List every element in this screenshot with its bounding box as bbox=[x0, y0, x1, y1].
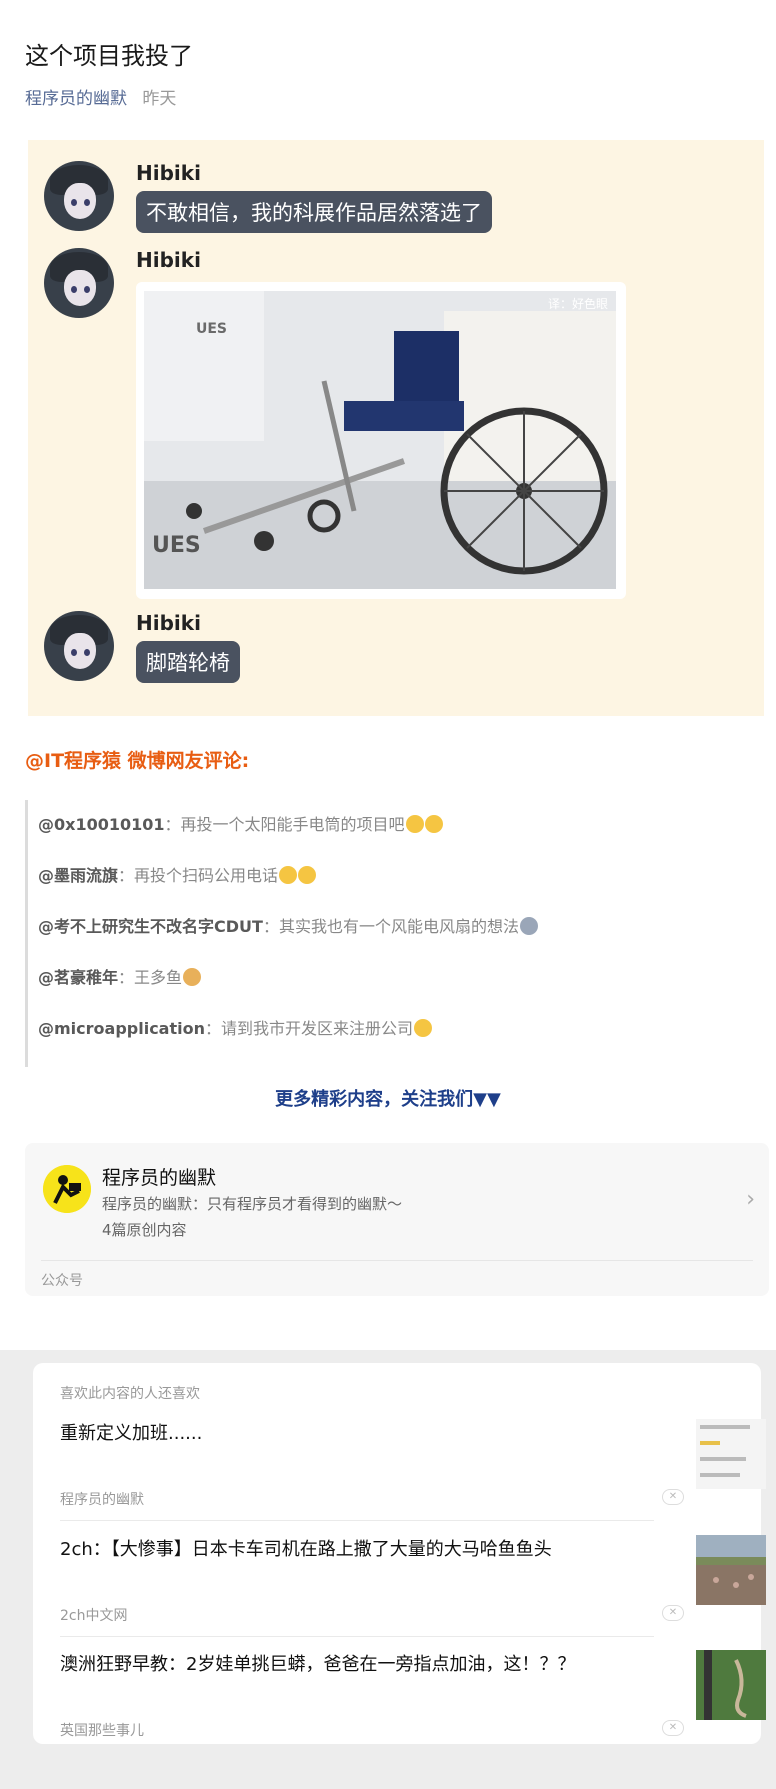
author-link[interactable]: 程序员的幽默 bbox=[25, 89, 127, 109]
comment-text: 其实我也有一个风能电风扇的想法 bbox=[278, 917, 519, 936]
recommend-title[interactable]: 2ch：【大惨事】日本卡车司机在路上撒了大量的大马哈鱼鱼头 bbox=[60, 1535, 552, 1561]
recommend-header: 喜欢此内容的人还喜欢 bbox=[60, 1386, 200, 1402]
divider bbox=[60, 1520, 654, 1521]
message-bubble: 不敢相信，我的科展作品居然落选了 bbox=[136, 191, 492, 233]
wheelchair-photo: UES UES 译：好色眼 bbox=[144, 291, 616, 589]
recommend-thumbnail bbox=[696, 1535, 766, 1605]
ues-sign: UES bbox=[152, 533, 201, 558]
avatar bbox=[44, 611, 114, 681]
comments-title: @IT程序猿 微博网友评论: bbox=[25, 750, 250, 772]
account-count: 4篇原创内容 bbox=[102, 1221, 187, 1239]
comment-text: 再投个扫码公用电话 bbox=[134, 866, 279, 885]
recommend-item[interactable]: 2ch：【大惨事】日本卡车司机在路上撒了大量的大马哈鱼鱼头 2ch中文网 ✕ bbox=[60, 1535, 766, 1648]
comment-user: @茗豪稚年 bbox=[38, 968, 119, 987]
chat-screenshot: Hibiki 不敢相信，我的科展作品居然落选了 Hibiki UES UES 译… bbox=[28, 140, 764, 716]
comment-item: @microapplication：请到我市开发区来注册公司 bbox=[28, 1016, 748, 1067]
account-logo bbox=[43, 1165, 91, 1213]
account-card[interactable]: 程序员的幽默 程序员的幽默：只有程序员才看得到的幽默～ 4篇原创内容 › 公众号 bbox=[25, 1143, 769, 1296]
comment-item: @考不上研究生不改名字CDUT：其实我也有一个风能电风扇的想法 bbox=[28, 914, 748, 965]
laugh-cry-emoji-icon bbox=[298, 866, 317, 884]
comment-text: 再投一个太阳能手电筒的项目吧 bbox=[180, 815, 405, 834]
recommend-thumbnail bbox=[696, 1650, 766, 1720]
article-title: 这个项目我投了 bbox=[25, 42, 193, 70]
more-content-link[interactable]: 更多精彩内容，关注我们▼▼ bbox=[0, 1085, 776, 1111]
divider bbox=[60, 1636, 654, 1637]
account-type: 公众号 bbox=[41, 1273, 83, 1289]
recommend-source: 英国那些事儿 bbox=[60, 1723, 144, 1739]
recommend-title[interactable]: 重新定义加班...... bbox=[60, 1419, 202, 1445]
recommend-title[interactable]: 澳洲狂野早教：2岁娃单挑巨蟒，爸爸在一旁指点加油，这！？？ bbox=[60, 1650, 575, 1676]
article-meta: 程序员的幽默 昨天 bbox=[25, 84, 176, 109]
recommend-item[interactable]: 重新定义加班...... 程序员的幽默 ✕ bbox=[60, 1419, 766, 1532]
chevron-right-icon: › bbox=[746, 1187, 755, 1212]
recommend-item[interactable]: 澳洲狂野早教：2岁娃单挑巨蟒，爸爸在一旁指点加油，这！？？ 英国那些事儿 ✕ bbox=[60, 1650, 766, 1763]
divider bbox=[41, 1260, 753, 1261]
ues-sign: UES bbox=[196, 321, 228, 337]
comment-item: @0x10010101：再投一个太阳能手电筒的项目吧 bbox=[28, 812, 748, 863]
close-icon[interactable]: ✕ bbox=[662, 1489, 684, 1505]
close-icon[interactable]: ✕ bbox=[662, 1720, 684, 1736]
comments-quote: @0x10010101：再投一个太阳能手电筒的项目吧 @墨雨流旗：再投个扫码公用… bbox=[25, 800, 748, 1067]
laugh-cry-emoji-icon bbox=[279, 866, 298, 884]
recommend-thumbnail bbox=[696, 1419, 766, 1489]
comment-text: 王多鱼 bbox=[134, 968, 183, 987]
cat-emoji-icon bbox=[424, 815, 443, 833]
cry-emoji-icon bbox=[519, 917, 538, 935]
sender-name: Hibiki bbox=[136, 611, 201, 635]
account-name: 程序员的幽默 bbox=[102, 1167, 217, 1189]
image-watermark: 译：好色眼 bbox=[547, 297, 608, 311]
doge-emoji-icon bbox=[183, 968, 202, 986]
avatar bbox=[44, 161, 114, 231]
publish-date: 昨天 bbox=[142, 89, 177, 109]
account-desc: 程序员的幽默：只有程序员才看得到的幽默～ bbox=[102, 1195, 403, 1213]
comment-user: @0x10010101 bbox=[38, 815, 165, 834]
message-bubble: 脚踏轮椅 bbox=[136, 641, 240, 683]
comment-item: @茗豪稚年：王多鱼 bbox=[28, 965, 748, 1016]
close-icon[interactable]: ✕ bbox=[662, 1605, 684, 1621]
message-image: UES UES 译：好色眼 bbox=[136, 282, 626, 599]
comment-user: @墨雨流旗 bbox=[38, 866, 119, 885]
recommend-panel: 喜欢此内容的人还喜欢 重新定义加班...... 程序员的幽默 ✕ 2ch：【大惨… bbox=[33, 1363, 766, 1744]
recommend-source: 程序员的幽默 bbox=[60, 1492, 144, 1508]
comment-text: 请到我市开发区来注册公司 bbox=[221, 1019, 414, 1038]
laugh-emoji-icon bbox=[414, 1019, 433, 1037]
comment-user: @考不上研究生不改名字CDUT bbox=[38, 917, 263, 936]
comment-user: @microapplication bbox=[38, 1019, 205, 1038]
sender-name: Hibiki bbox=[136, 248, 201, 272]
avatar bbox=[44, 248, 114, 318]
sender-name: Hibiki bbox=[136, 161, 201, 185]
cat-emoji-icon bbox=[405, 815, 424, 833]
recommend-source: 2ch中文网 bbox=[60, 1608, 128, 1624]
comment-item: @墨雨流旗：再投个扫码公用电话 bbox=[28, 863, 748, 914]
